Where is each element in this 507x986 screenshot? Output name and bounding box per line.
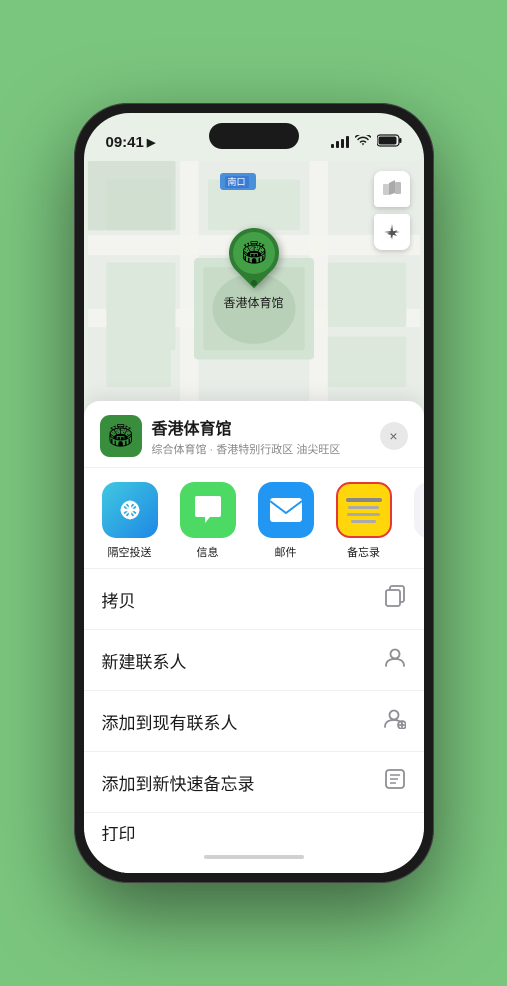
new-contact-label: 新建联系人: [102, 648, 187, 673]
share-item-notes[interactable]: 备忘录: [330, 482, 398, 560]
venue-info: 香港体育馆 综合体育馆 · 香港特别行政区 油尖旺区: [152, 415, 380, 457]
marker-label: 香港体育馆: [223, 294, 283, 311]
signal-bar-4: [346, 136, 349, 148]
action-quick-note[interactable]: 添加到新快速备忘录: [84, 752, 424, 813]
map-area[interactable]: 南口: [84, 161, 424, 401]
print-label: 打印: [102, 820, 136, 842]
action-add-to-contact[interactable]: 添加到现有联系人: [84, 691, 424, 752]
add-contact-label: 添加到现有联系人: [102, 709, 238, 734]
south-gate-label: 南口: [220, 173, 256, 190]
share-item-messages[interactable]: 信息: [174, 482, 242, 560]
messages-label: 信息: [197, 544, 219, 560]
quick-note-label: 添加到新快速备忘录: [102, 770, 255, 795]
status-icons: [331, 134, 402, 150]
venue-icon: 🏟: [100, 415, 142, 457]
location-button[interactable]: [374, 214, 410, 250]
signal-bar-1: [331, 144, 334, 148]
copy-icon: [384, 585, 406, 613]
phone-frame: 09:41 ▶: [74, 103, 434, 883]
phone-screen: 09:41 ▶: [84, 113, 424, 873]
home-bar: [204, 855, 304, 859]
more-icon-box: [414, 482, 424, 538]
copy-label: 拷贝: [102, 587, 136, 612]
signal-bar-3: [341, 139, 344, 148]
mail-icon-box: [258, 482, 314, 538]
battery-icon: [377, 134, 402, 150]
location-arrow-icon: ▶: [147, 136, 155, 149]
airdrop-icon-box: [102, 482, 158, 538]
share-row: 隔空投送 信息: [84, 468, 424, 568]
share-item-airdrop[interactable]: 隔空投送: [96, 482, 164, 560]
share-item-more[interactable]: 推: [408, 482, 424, 560]
action-new-contact[interactable]: 新建联系人: [84, 630, 424, 691]
bottom-sheet: 🏟 香港体育馆 综合体育馆 · 香港特别行政区 油尖旺区 ×: [84, 401, 424, 873]
home-indicator: [84, 841, 424, 873]
map-controls: [374, 171, 410, 250]
status-time: 09:41 ▶: [106, 134, 156, 151]
action-print-partial[interactable]: 打印: [84, 813, 424, 841]
messages-icon-box: [180, 482, 236, 538]
location-marker: 🏟 香港体育馆: [223, 228, 283, 311]
airdrop-label: 隔空投送: [108, 544, 152, 560]
venue-name: 香港体育馆: [152, 415, 380, 439]
share-item-mail[interactable]: 邮件: [252, 482, 320, 560]
action-copy[interactable]: 拷贝: [84, 569, 424, 630]
time-display: 09:41: [106, 134, 144, 151]
mail-label: 邮件: [275, 544, 297, 560]
sheet-header: 🏟 香港体育馆 综合体育馆 · 香港特别行政区 油尖旺区 ×: [84, 401, 424, 468]
close-button[interactable]: ×: [380, 422, 408, 450]
signal-strength-icon: [331, 136, 349, 148]
venue-description: 综合体育馆 · 香港特别行政区 油尖旺区: [152, 441, 380, 457]
action-list: 拷贝 新建联系人: [84, 568, 424, 841]
notes-label: 备忘录: [347, 544, 380, 560]
map-type-button[interactable]: [374, 171, 410, 207]
new-contact-icon: [384, 646, 406, 674]
signal-bar-2: [336, 141, 339, 148]
quick-note-icon: [384, 768, 406, 796]
add-contact-icon: [384, 707, 406, 735]
wifi-icon: [355, 135, 371, 150]
notes-icon-box: [336, 482, 392, 538]
dynamic-island: [209, 123, 299, 149]
